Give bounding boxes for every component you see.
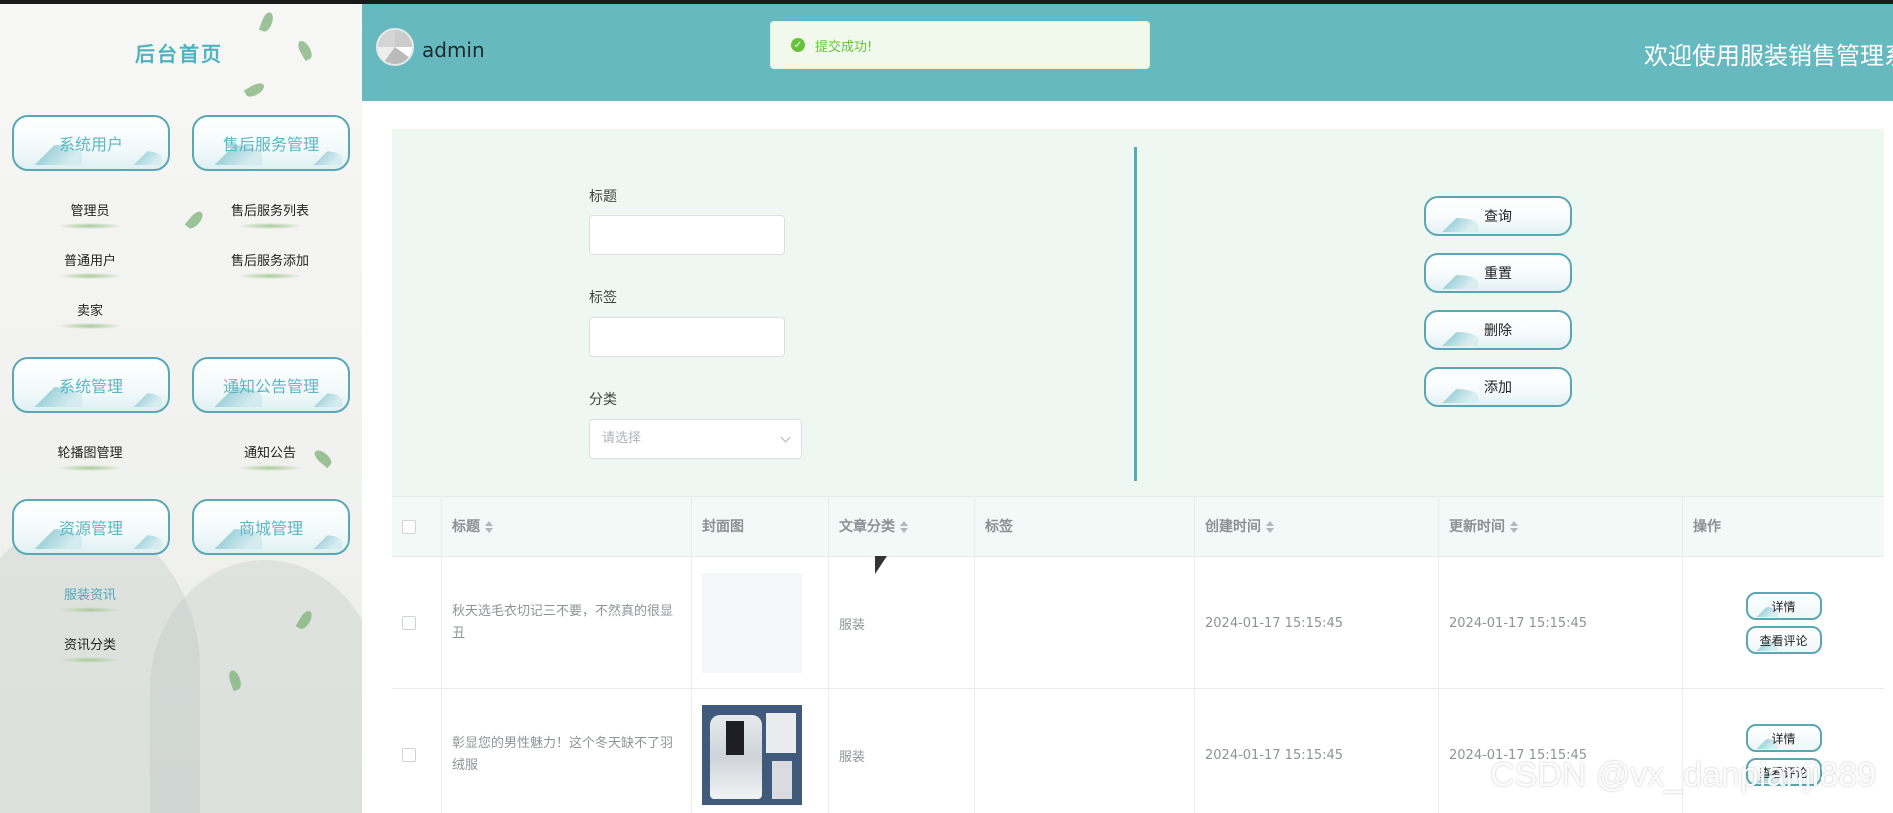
row-actions: 详情 查看评论 <box>1683 557 1884 689</box>
row-tag <box>975 557 1195 689</box>
chevron-down-icon <box>780 432 791 443</box>
tag-input[interactable] <box>589 317 785 357</box>
menu-group-mall[interactable]: 商城管理 <box>192 499 350 555</box>
row-created: 2024-01-17 15:15:45 <box>1195 689 1439 813</box>
col-updated[interactable]: 更新时间 <box>1439 497 1683 558</box>
sort-icon[interactable] <box>1266 521 1274 533</box>
leaf-decoration <box>243 80 267 100</box>
sidebar-item-after-sales-list[interactable]: 售后服务列表 <box>200 200 340 229</box>
title-label: 标题 <box>589 189 617 205</box>
menu-group-system-users[interactable]: 系统用户 <box>12 115 170 171</box>
tag-label: 标签 <box>589 290 617 306</box>
category-label: 分类 <box>589 392 617 408</box>
sort-icon[interactable] <box>900 521 908 533</box>
row-category: 服装 <box>829 557 975 689</box>
avatar[interactable] <box>376 28 414 66</box>
col-tag: 标签 <box>975 497 1195 558</box>
watermark-text: CSDN @vx_danpianji889 <box>1490 756 1877 794</box>
menu-group-after-sales[interactable]: 售后服务管理 <box>192 115 350 171</box>
col-created[interactable]: 创建时间 <box>1195 497 1439 558</box>
header-top-border <box>362 0 1893 4</box>
menu-group-notice-manage[interactable]: 通知公告管理 <box>192 357 350 413</box>
leaf-decoration <box>258 10 276 34</box>
cover-image <box>702 705 802 805</box>
sort-icon[interactable] <box>485 521 493 533</box>
col-actions: 操作 <box>1693 519 1721 535</box>
panel-divider <box>1134 147 1137 481</box>
sidebar: 后台首页 系统用户 售后服务管理 管理员 售后服务列表 普通用户 售后服务添加 … <box>0 0 362 813</box>
main-content: 标题 标签 分类 请选择 查询 重置 删除 添加 标题 封面图 文章分类 标签 … <box>362 101 1893 813</box>
detail-button[interactable]: 详情 <box>1745 724 1822 752</box>
sidebar-item-normal-users[interactable]: 普通用户 <box>20 250 160 279</box>
success-toast: ✓ 提交成功! <box>770 21 1150 69</box>
add-button[interactable]: 添加 <box>1424 367 1572 407</box>
sort-icon[interactable] <box>1510 521 1518 533</box>
query-button[interactable]: 查询 <box>1424 196 1572 236</box>
sidebar-item-carousel[interactable]: 轮播图管理 <box>20 442 160 471</box>
select-all-checkbox[interactable] <box>402 520 416 534</box>
row-checkbox[interactable] <box>402 616 416 630</box>
view-comments-button[interactable]: 查看评论 <box>1745 626 1822 654</box>
row-title: 秋天选毛衣切记三不要，不然真的很显丑 <box>442 557 692 689</box>
row-updated: 2024-01-17 15:15:45 <box>1439 557 1683 689</box>
title-input[interactable] <box>589 215 785 255</box>
sidebar-top-border <box>0 0 362 4</box>
col-title[interactable]: 标题 <box>442 497 692 558</box>
sidebar-item-after-sales-add[interactable]: 售后服务添加 <box>200 250 340 279</box>
sidebar-item-sellers[interactable]: 卖家 <box>20 300 160 329</box>
welcome-text: 欢迎使用服装销售管理系 <box>1644 42 1893 70</box>
sidebar-item-fashion-news[interactable]: 服装资讯 <box>20 584 160 613</box>
sidebar-item-notices[interactable]: 通知公告 <box>200 442 340 471</box>
row-select-cell <box>392 557 442 689</box>
sidebar-item-news-category[interactable]: 资讯分类 <box>20 634 160 663</box>
category-select[interactable]: 请选择 <box>589 419 802 459</box>
reset-button[interactable]: 重置 <box>1424 253 1572 293</box>
delete-button[interactable]: 删除 <box>1424 310 1572 350</box>
col-cover: 封面图 <box>692 497 829 558</box>
sidebar-item-admins[interactable]: 管理员 <box>20 200 160 229</box>
mouse-cursor-icon <box>875 556 887 574</box>
menu-group-resources[interactable]: 资源管理 <box>12 499 170 555</box>
row-checkbox[interactable] <box>402 748 416 762</box>
table-header: 标题 封面图 文章分类 标签 创建时间 更新时间 操作 <box>392 496 1884 558</box>
col-category[interactable]: 文章分类 <box>829 497 975 558</box>
row-select-cell <box>392 689 442 813</box>
table-row: 秋天选毛衣切记三不要，不然真的很显丑 服装 2024-01-17 15:15:4… <box>392 557 1884 689</box>
search-panel: 标题 标签 分类 请选择 查询 重置 删除 添加 <box>392 129 1884 496</box>
check-circle-icon: ✓ <box>791 38 805 52</box>
row-created: 2024-01-17 15:15:45 <box>1195 557 1439 689</box>
select-all-cell <box>392 497 442 558</box>
detail-button[interactable]: 详情 <box>1745 592 1822 620</box>
row-title: 彰显您的男性魅力！这个冬天缺不了羽绒服 <box>442 689 692 813</box>
row-cover <box>692 557 829 689</box>
row-category: 服装 <box>829 689 975 813</box>
menu-group-system-manage[interactable]: 系统管理 <box>12 357 170 413</box>
row-cover <box>692 689 829 813</box>
cover-image-placeholder <box>702 573 802 673</box>
sidebar-title[interactable]: 后台首页 <box>0 38 362 67</box>
username: admin <box>422 38 485 62</box>
toast-message: 提交成功! <box>815 39 873 55</box>
row-tag <box>975 689 1195 813</box>
